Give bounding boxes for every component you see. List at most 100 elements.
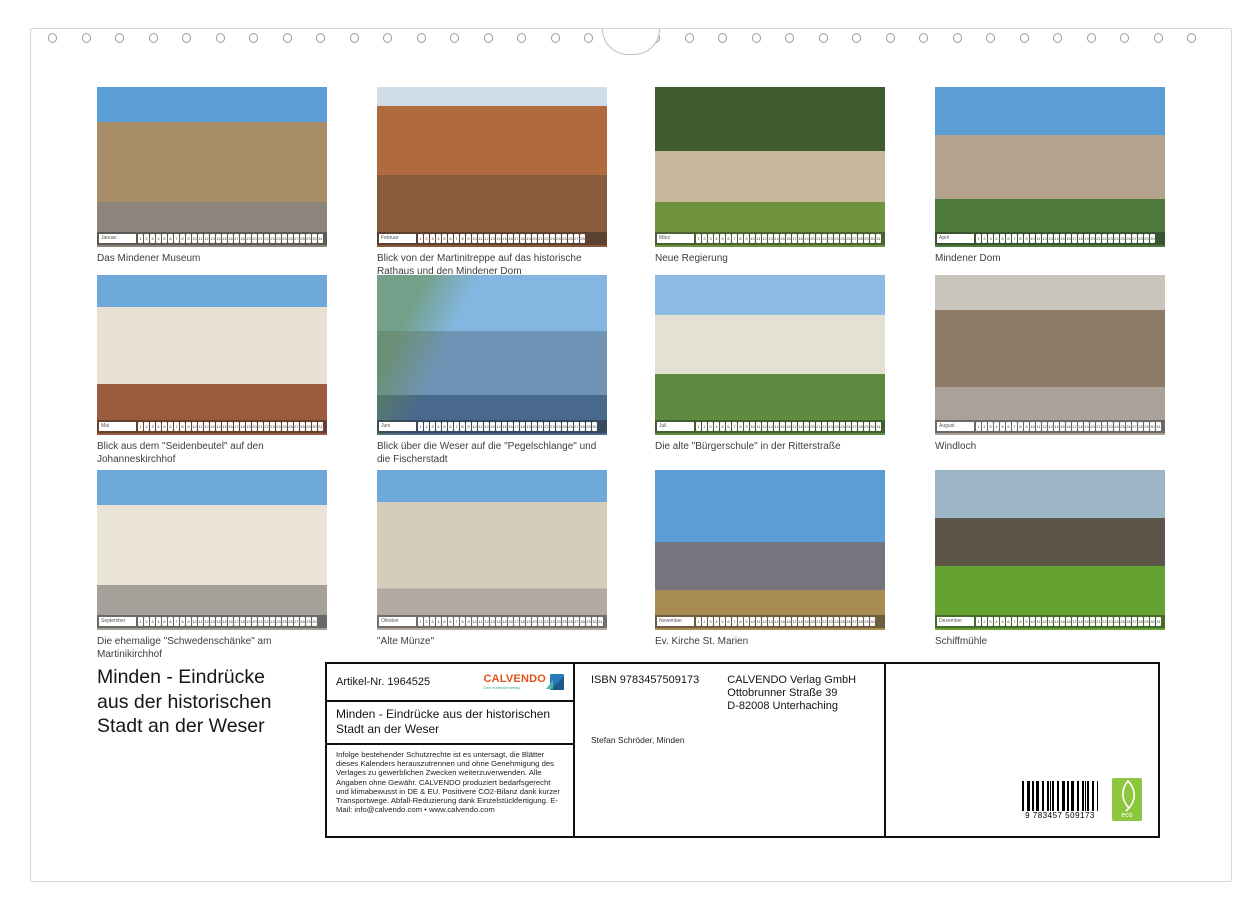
barcode-number: 9 783457 509173 bbox=[1022, 811, 1098, 820]
day-cell: 25 bbox=[282, 234, 287, 243]
day-cell: 25 bbox=[1120, 234, 1125, 243]
day-cell: 26 bbox=[1126, 422, 1131, 431]
calendar-title-line2: aus der historischen bbox=[97, 690, 272, 715]
day-cell: 29 bbox=[306, 617, 311, 626]
day-cell: 7 bbox=[174, 422, 179, 431]
day-cell: 3 bbox=[430, 617, 435, 626]
date-strip: Dezember 1234567891011121314151617181920… bbox=[935, 615, 1165, 628]
day-cell: 10 bbox=[192, 234, 197, 243]
thumbnail-caption: Neue Regierung bbox=[655, 252, 885, 265]
day-cell: 8 bbox=[460, 422, 465, 431]
day-cell: 26 bbox=[568, 617, 573, 626]
day-cell: 13 bbox=[1048, 234, 1053, 243]
thumbnail-caption: Ev. Kirche St. Marien bbox=[655, 635, 885, 648]
day-cell: 2 bbox=[702, 234, 707, 243]
day-cell: 5 bbox=[1000, 617, 1005, 626]
day-cell: 7 bbox=[174, 617, 179, 626]
day-cell: 1 bbox=[418, 422, 423, 431]
day-cell: 15 bbox=[222, 617, 227, 626]
day-cell: 29 bbox=[586, 422, 591, 431]
binding-hole bbox=[450, 33, 459, 43]
day-cell: 12 bbox=[1042, 234, 1047, 243]
month-label: Oktober bbox=[379, 617, 416, 626]
day-cell: 23 bbox=[550, 234, 555, 243]
day-cell: 27 bbox=[294, 234, 299, 243]
day-cell: 24 bbox=[834, 234, 839, 243]
day-cell: 6 bbox=[448, 617, 453, 626]
day-cell: 1 bbox=[696, 617, 701, 626]
day-cell: 5 bbox=[162, 617, 167, 626]
day-cell: 10 bbox=[472, 234, 477, 243]
day-cell: 25 bbox=[282, 422, 287, 431]
day-cell: 5 bbox=[442, 617, 447, 626]
day-cell: 27 bbox=[852, 617, 857, 626]
day-cell: 9 bbox=[744, 234, 749, 243]
day-cell: 11 bbox=[756, 422, 761, 431]
ship-mill-photo: Dezember 1234567891011121314151617181920… bbox=[935, 470, 1165, 630]
day-cell: 6 bbox=[1006, 422, 1011, 431]
barcode-bars bbox=[1022, 781, 1098, 812]
binding-hole bbox=[886, 33, 895, 43]
day-cell: 23 bbox=[1108, 617, 1113, 626]
binding-hole bbox=[48, 33, 57, 43]
day-cell: 23 bbox=[270, 422, 275, 431]
day-cell: 7 bbox=[732, 617, 737, 626]
day-cell: 28 bbox=[300, 422, 305, 431]
day-cell: 2 bbox=[982, 617, 987, 626]
day-cell: 16 bbox=[228, 422, 233, 431]
month-thumbnail: Mai 123456789101112131415161718192021222… bbox=[97, 275, 327, 466]
day-cell: 10 bbox=[1030, 234, 1035, 243]
day-cell: 5 bbox=[720, 617, 725, 626]
day-cell: 17 bbox=[792, 422, 797, 431]
day-cell: 18 bbox=[240, 234, 245, 243]
day-cell: 15 bbox=[780, 234, 785, 243]
day-cell: 1 bbox=[418, 617, 423, 626]
binding-hole bbox=[718, 33, 727, 43]
day-cells: 1234567891011121314151617181920212223242… bbox=[976, 422, 1163, 431]
day-cell: 25 bbox=[840, 617, 845, 626]
day-cell: 20 bbox=[252, 422, 257, 431]
day-cell: 11 bbox=[198, 617, 203, 626]
date-strip: Januar 123456789101112131415161718192021… bbox=[97, 232, 327, 245]
day-cell: 26 bbox=[288, 234, 293, 243]
day-cell: 28 bbox=[300, 617, 305, 626]
day-cell: 24 bbox=[1114, 234, 1119, 243]
day-cell: 27 bbox=[1132, 234, 1137, 243]
day-cell: 1 bbox=[976, 617, 981, 626]
day-cell: 20 bbox=[1090, 234, 1095, 243]
day-cell: 4 bbox=[994, 422, 999, 431]
binding-hole bbox=[182, 33, 191, 43]
day-cell: 21 bbox=[538, 234, 543, 243]
day-cell: 2 bbox=[702, 617, 707, 626]
day-cell: 11 bbox=[1036, 422, 1041, 431]
day-cell: 19 bbox=[246, 617, 251, 626]
day-cell: 7 bbox=[454, 422, 459, 431]
day-cell: 30 bbox=[312, 234, 317, 243]
day-cell: 26 bbox=[1126, 234, 1131, 243]
binding-hole bbox=[316, 33, 325, 43]
day-cell: 19 bbox=[804, 617, 809, 626]
day-cell: 11 bbox=[1036, 617, 1041, 626]
day-cell: 27 bbox=[852, 422, 857, 431]
day-cell: 23 bbox=[550, 422, 555, 431]
day-cell: 28 bbox=[858, 234, 863, 243]
day-cell: 2 bbox=[144, 422, 149, 431]
day-cell: 7 bbox=[732, 234, 737, 243]
day-cell: 7 bbox=[1012, 617, 1017, 626]
day-cell: 21 bbox=[816, 617, 821, 626]
binding-hole bbox=[584, 33, 593, 43]
day-cell: 12 bbox=[484, 617, 489, 626]
day-cell: 8 bbox=[180, 617, 185, 626]
day-cell: 12 bbox=[484, 422, 489, 431]
date-strip: Oktober 12345678910111213141516171819202… bbox=[377, 615, 607, 628]
day-cell: 22 bbox=[1102, 234, 1107, 243]
day-cell: 5 bbox=[442, 234, 447, 243]
day-cell: 18 bbox=[240, 617, 245, 626]
day-cell: 3 bbox=[430, 422, 435, 431]
day-cell: 13 bbox=[1048, 422, 1053, 431]
day-cell: 17 bbox=[514, 422, 519, 431]
day-cell: 22 bbox=[822, 422, 827, 431]
day-cell: 1 bbox=[696, 234, 701, 243]
day-cell: 15 bbox=[502, 234, 507, 243]
day-cell: 8 bbox=[1018, 422, 1023, 431]
